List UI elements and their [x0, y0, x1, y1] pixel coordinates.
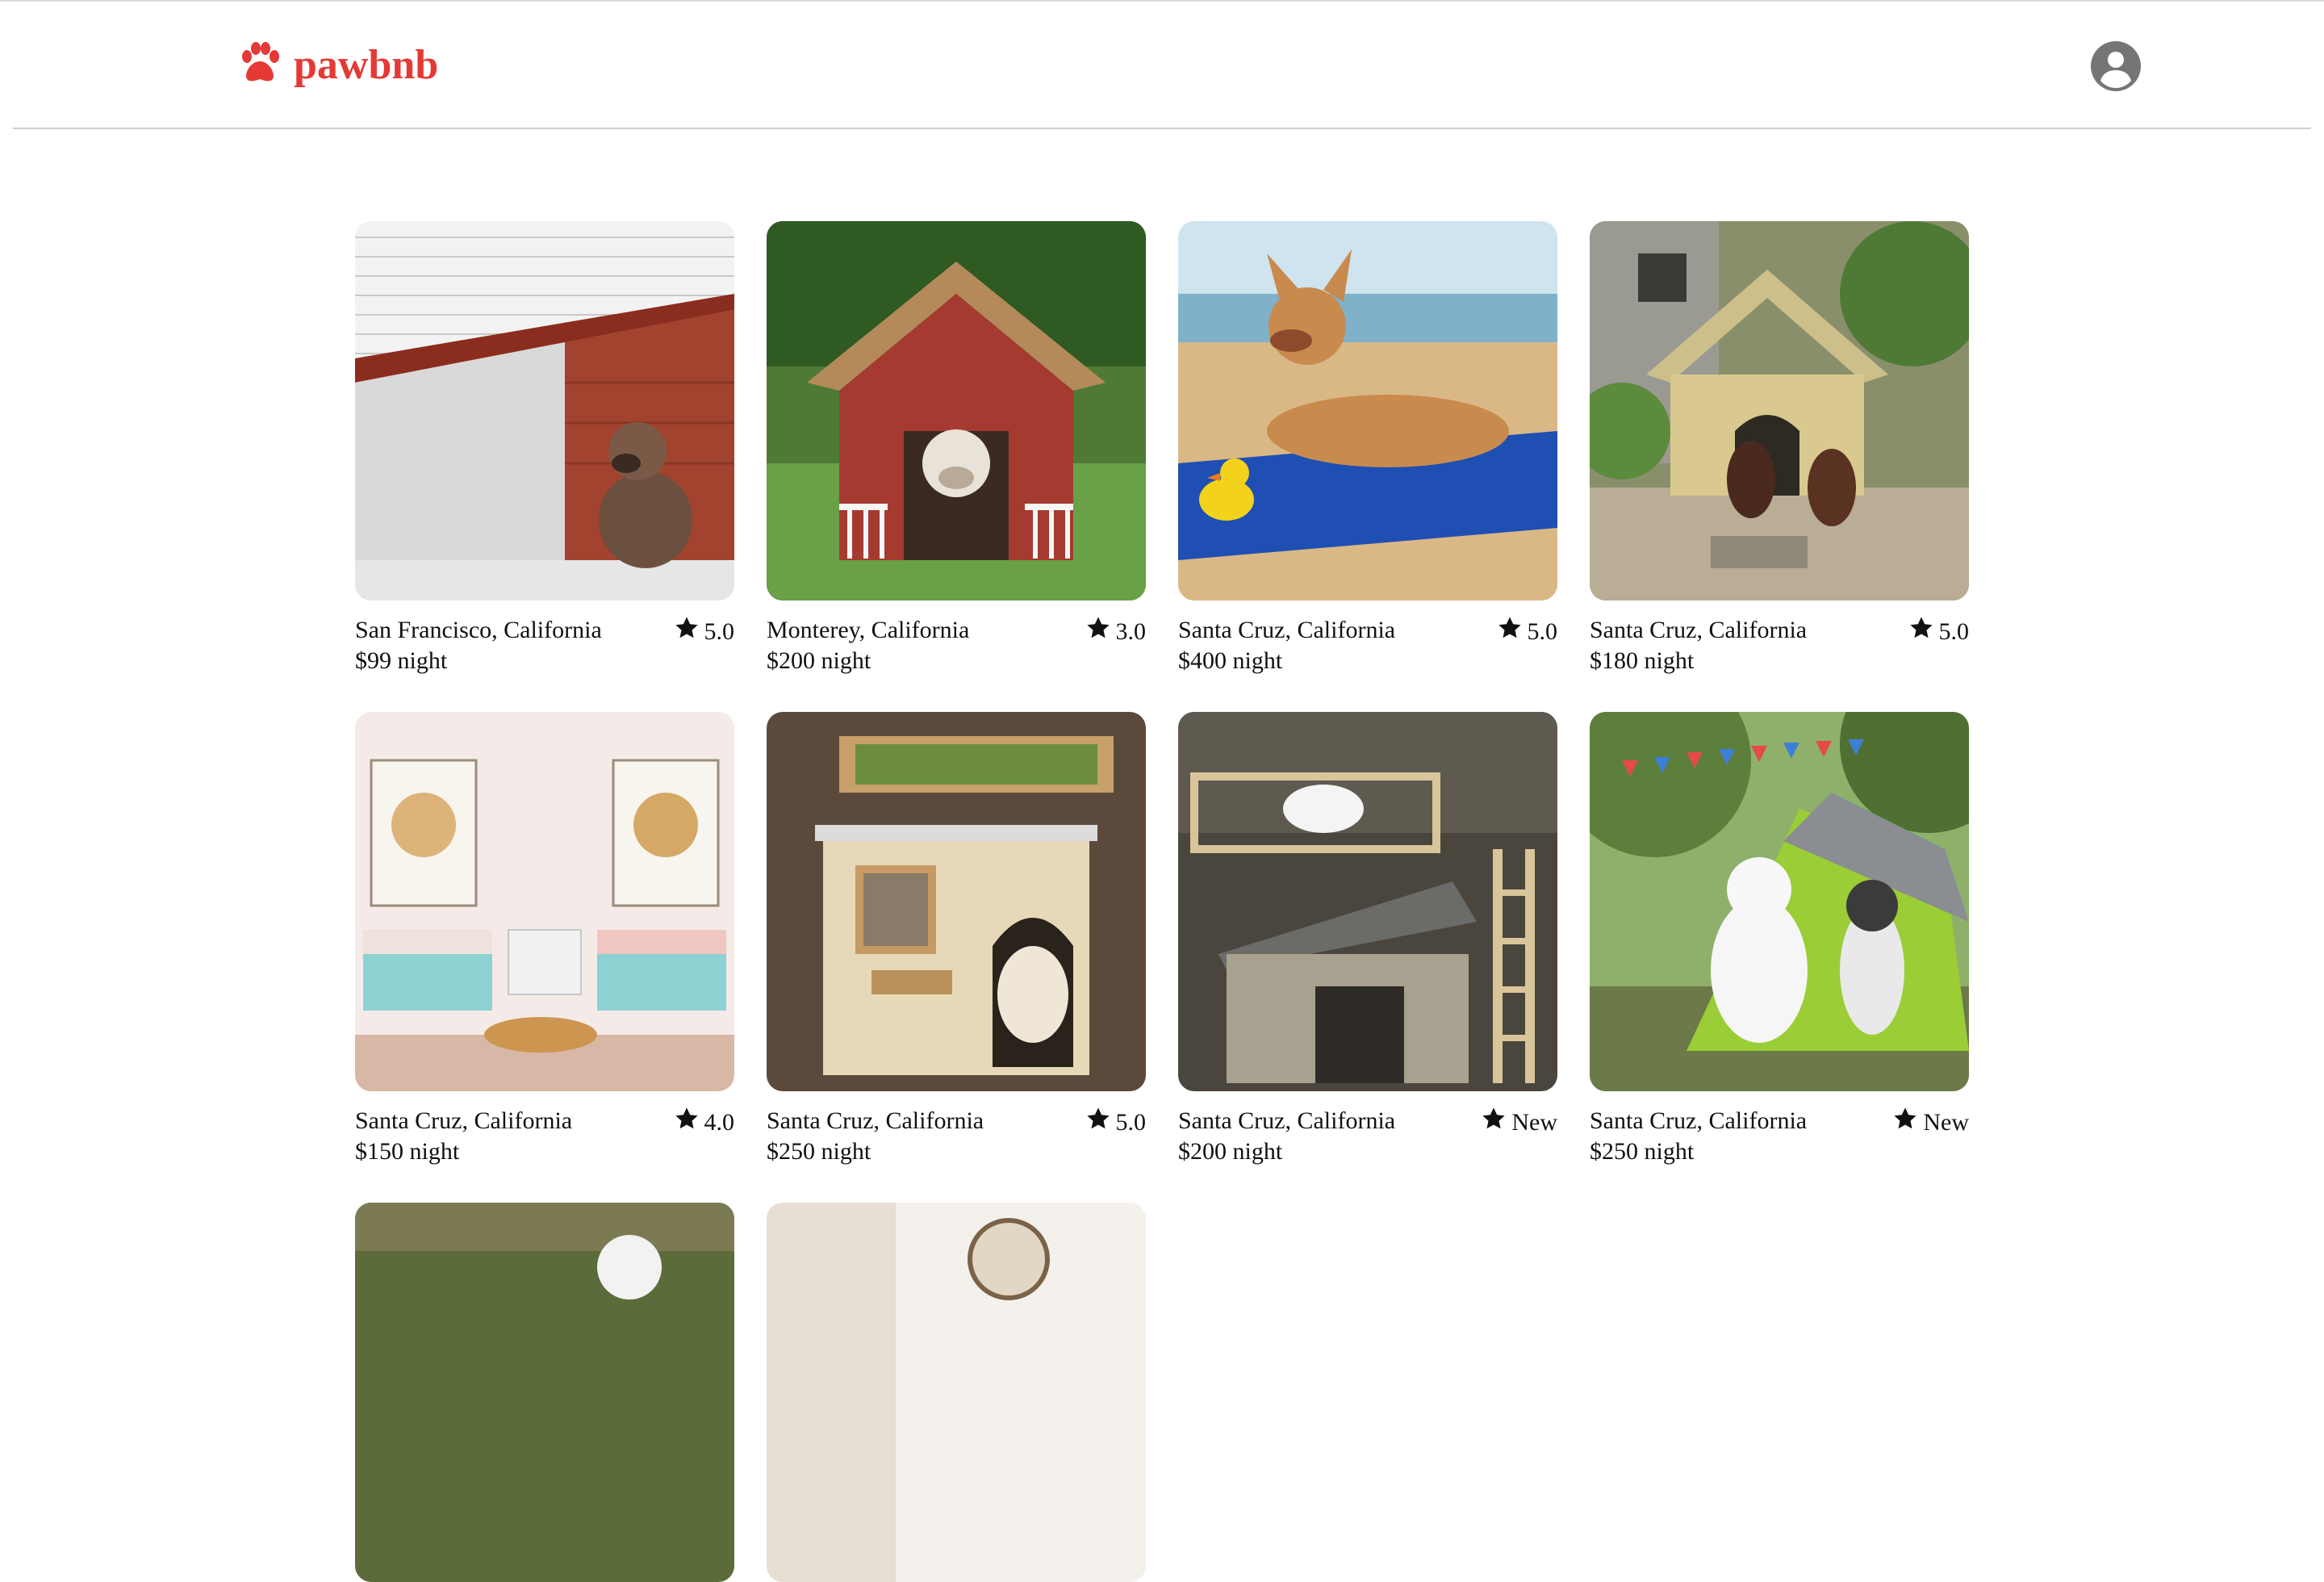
listing-photo[interactable] [1590, 712, 1969, 1091]
rating-value: 5.0 [1938, 618, 1970, 645]
star-icon [674, 615, 700, 649]
listing-card[interactable]: Santa Cruz, California $180 night 5.0 [1590, 221, 1969, 676]
listing-price: $99 night [355, 647, 448, 674]
rating-value: 5.0 [1115, 1109, 1147, 1136]
listing-photo[interactable] [767, 1203, 1146, 1582]
listing-card[interactable] [767, 1203, 1146, 1582]
star-icon [1085, 615, 1111, 649]
listing-rating: 5.0 [1497, 615, 1558, 649]
star-icon [1497, 615, 1523, 649]
listing-rating: New [1481, 1106, 1557, 1140]
listing-rating: 5.0 [674, 615, 735, 649]
listing-photo[interactable] [1178, 712, 1557, 1091]
listing-card[interactable] [355, 1203, 734, 1582]
listing-card[interactable]: San Francisco, California $99 night 5.0 [355, 221, 734, 676]
listing-price: $200 night [1178, 1138, 1283, 1165]
listing-price: $250 night [1590, 1138, 1695, 1165]
star-icon [1085, 1106, 1111, 1140]
star-icon [674, 1106, 700, 1140]
rating-value: 5.0 [1527, 618, 1558, 645]
user-avatar-icon [2090, 40, 2142, 92]
star-icon [1908, 615, 1934, 649]
rating-value: 4.0 [704, 1109, 735, 1136]
rating-value: New [1511, 1109, 1557, 1136]
listing-photo[interactable] [1590, 221, 1969, 601]
listing-rating: 3.0 [1085, 615, 1147, 649]
brand-name: pawbnb [294, 41, 439, 88]
listing-photo[interactable] [767, 221, 1146, 601]
listing-card[interactable]: Santa Cruz, California $400 night 5.0 [1178, 221, 1557, 676]
listing-photo[interactable] [355, 221, 734, 601]
rating-value: New [1923, 1109, 1969, 1136]
listing-price: $200 night [767, 647, 872, 674]
profile-button[interactable] [2090, 40, 2142, 92]
listing-card[interactable]: Santa Cruz, California $250 night New [1590, 712, 1969, 1167]
listing-card[interactable]: Santa Cruz, California $150 night 4.0 [355, 712, 734, 1167]
listing-rating: 4.0 [674, 1106, 735, 1140]
paw-icon [237, 40, 282, 90]
star-icon [1892, 1106, 1918, 1140]
listing-photo[interactable] [355, 1203, 734, 1582]
listing-price: $150 night [355, 1138, 460, 1165]
listings-grid: San Francisco, California $99 night 5.0 [355, 221, 1969, 1582]
listing-rating: 5.0 [1085, 1106, 1147, 1140]
listing-photo[interactable] [767, 712, 1146, 1091]
rating-value: 5.0 [704, 618, 735, 645]
listing-rating: New [1892, 1106, 1969, 1140]
rating-value: 3.0 [1115, 618, 1147, 645]
listing-photo[interactable] [355, 712, 734, 1091]
listing-price: $400 night [1178, 647, 1283, 674]
listing-price: $180 night [1590, 647, 1695, 674]
listing-price: $250 night [767, 1138, 872, 1165]
listing-card[interactable]: Monterey, California $200 night 3.0 [767, 221, 1146, 676]
listing-card[interactable]: Santa Cruz, California $250 night 5.0 [767, 712, 1146, 1167]
listing-card[interactable]: Santa Cruz, California $200 night New [1178, 712, 1557, 1167]
listing-photo[interactable] [1178, 221, 1557, 601]
listing-rating: 5.0 [1908, 615, 1970, 649]
brand-logo[interactable]: pawbnb [237, 40, 438, 90]
site-header: pawbnb [13, 2, 2311, 129]
star-icon [1481, 1106, 1507, 1140]
